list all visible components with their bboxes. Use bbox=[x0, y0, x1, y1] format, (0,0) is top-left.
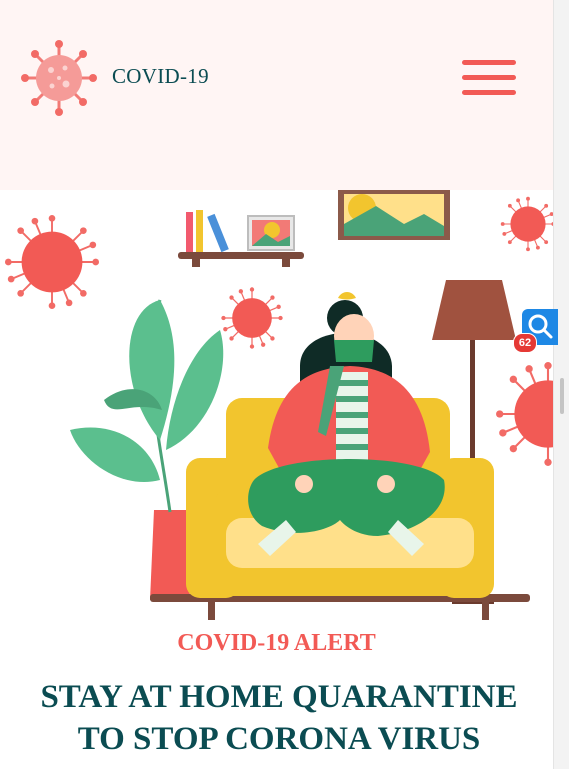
page-title: STAY AT HOME QUARANTINE TO STOP CORONA V… bbox=[0, 676, 553, 760]
headline-line-1: STAY AT HOME QUARANTINE bbox=[40, 679, 518, 715]
site-header: COVID-19 bbox=[0, 0, 553, 190]
scrollbar-thumb[interactable] bbox=[560, 378, 564, 414]
brand-name[interactable]: COVID-19 bbox=[112, 64, 209, 89]
headline-line-2: TO STOP CORONA VIRUS bbox=[77, 721, 481, 757]
notification-badge: 62 bbox=[513, 333, 537, 353]
page: COVID-19 COVID-19 ALERT STAY AT HOME QUA… bbox=[0, 0, 553, 769]
alert-label: COVID-19 ALERT bbox=[177, 630, 376, 656]
scrollbar[interactable] bbox=[553, 0, 569, 769]
hamburger-menu-icon[interactable] bbox=[462, 58, 518, 98]
woman-quarantine-on-sofa-illustration bbox=[4, 190, 553, 620]
coronavirus-icon[interactable] bbox=[20, 40, 98, 116]
